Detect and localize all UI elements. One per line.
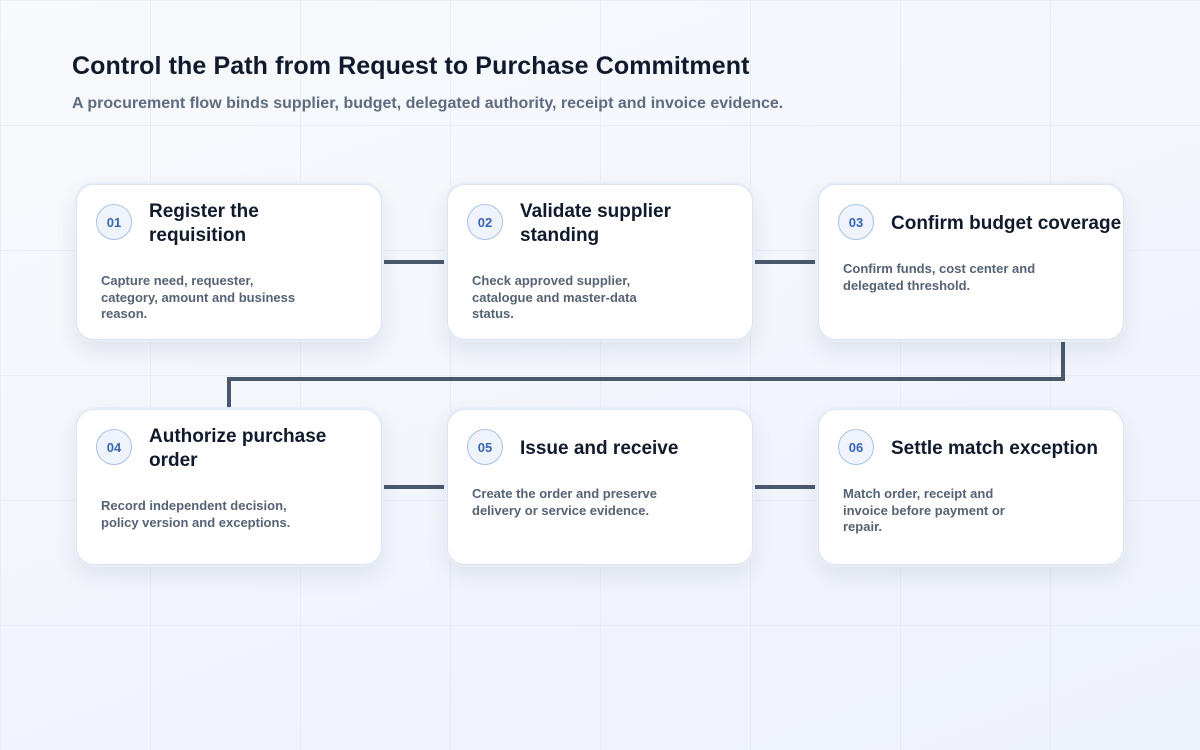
step-card-06: 06 Settle match exception Match order, r… [818, 409, 1124, 565]
step-description: Record independent decision, policy vers… [101, 498, 291, 530]
step-number-badge: 03 [838, 204, 874, 240]
step-number-badge: 02 [467, 204, 503, 240]
step-description: Capture need, requester, category, amoun… [101, 273, 296, 321]
step-card-04: 04 Authorize purchase order Record indep… [76, 409, 382, 565]
step-number-badge: 05 [467, 429, 503, 465]
step-title: Issue and receive [520, 438, 679, 459]
step-number-badge: 01 [96, 204, 132, 240]
step-title: Authorize purchase order [149, 426, 327, 471]
step-number-badge: 06 [838, 429, 874, 465]
connector-03-04 [227, 342, 1065, 408]
step-number-badge: 04 [96, 429, 132, 465]
step-description: Create the order and preserve delivery o… [472, 486, 657, 518]
step-title: Settle match exception [891, 438, 1098, 459]
step-description: Check approved supplier, catalogue and m… [472, 273, 637, 321]
step-card-02: 02 Validate supplier standing Check appr… [447, 184, 753, 340]
step-title: Validate supplier standing [520, 201, 671, 246]
step-description: Match order, receipt and invoice before … [843, 486, 1005, 534]
step-description: Confirm funds, cost center and delegated… [843, 261, 1036, 293]
flow-connectors [227, 260, 1065, 489]
step-card-05: 05 Issue and receive Create the order an… [447, 409, 753, 565]
step-card-01: 01 Register the requisition Capture need… [76, 184, 382, 340]
step-card-03: 03 Confirm budget coverage Confirm funds… [818, 184, 1124, 340]
step-title: Register the requisition [149, 201, 259, 246]
step-title: Confirm budget coverage [891, 213, 1122, 234]
